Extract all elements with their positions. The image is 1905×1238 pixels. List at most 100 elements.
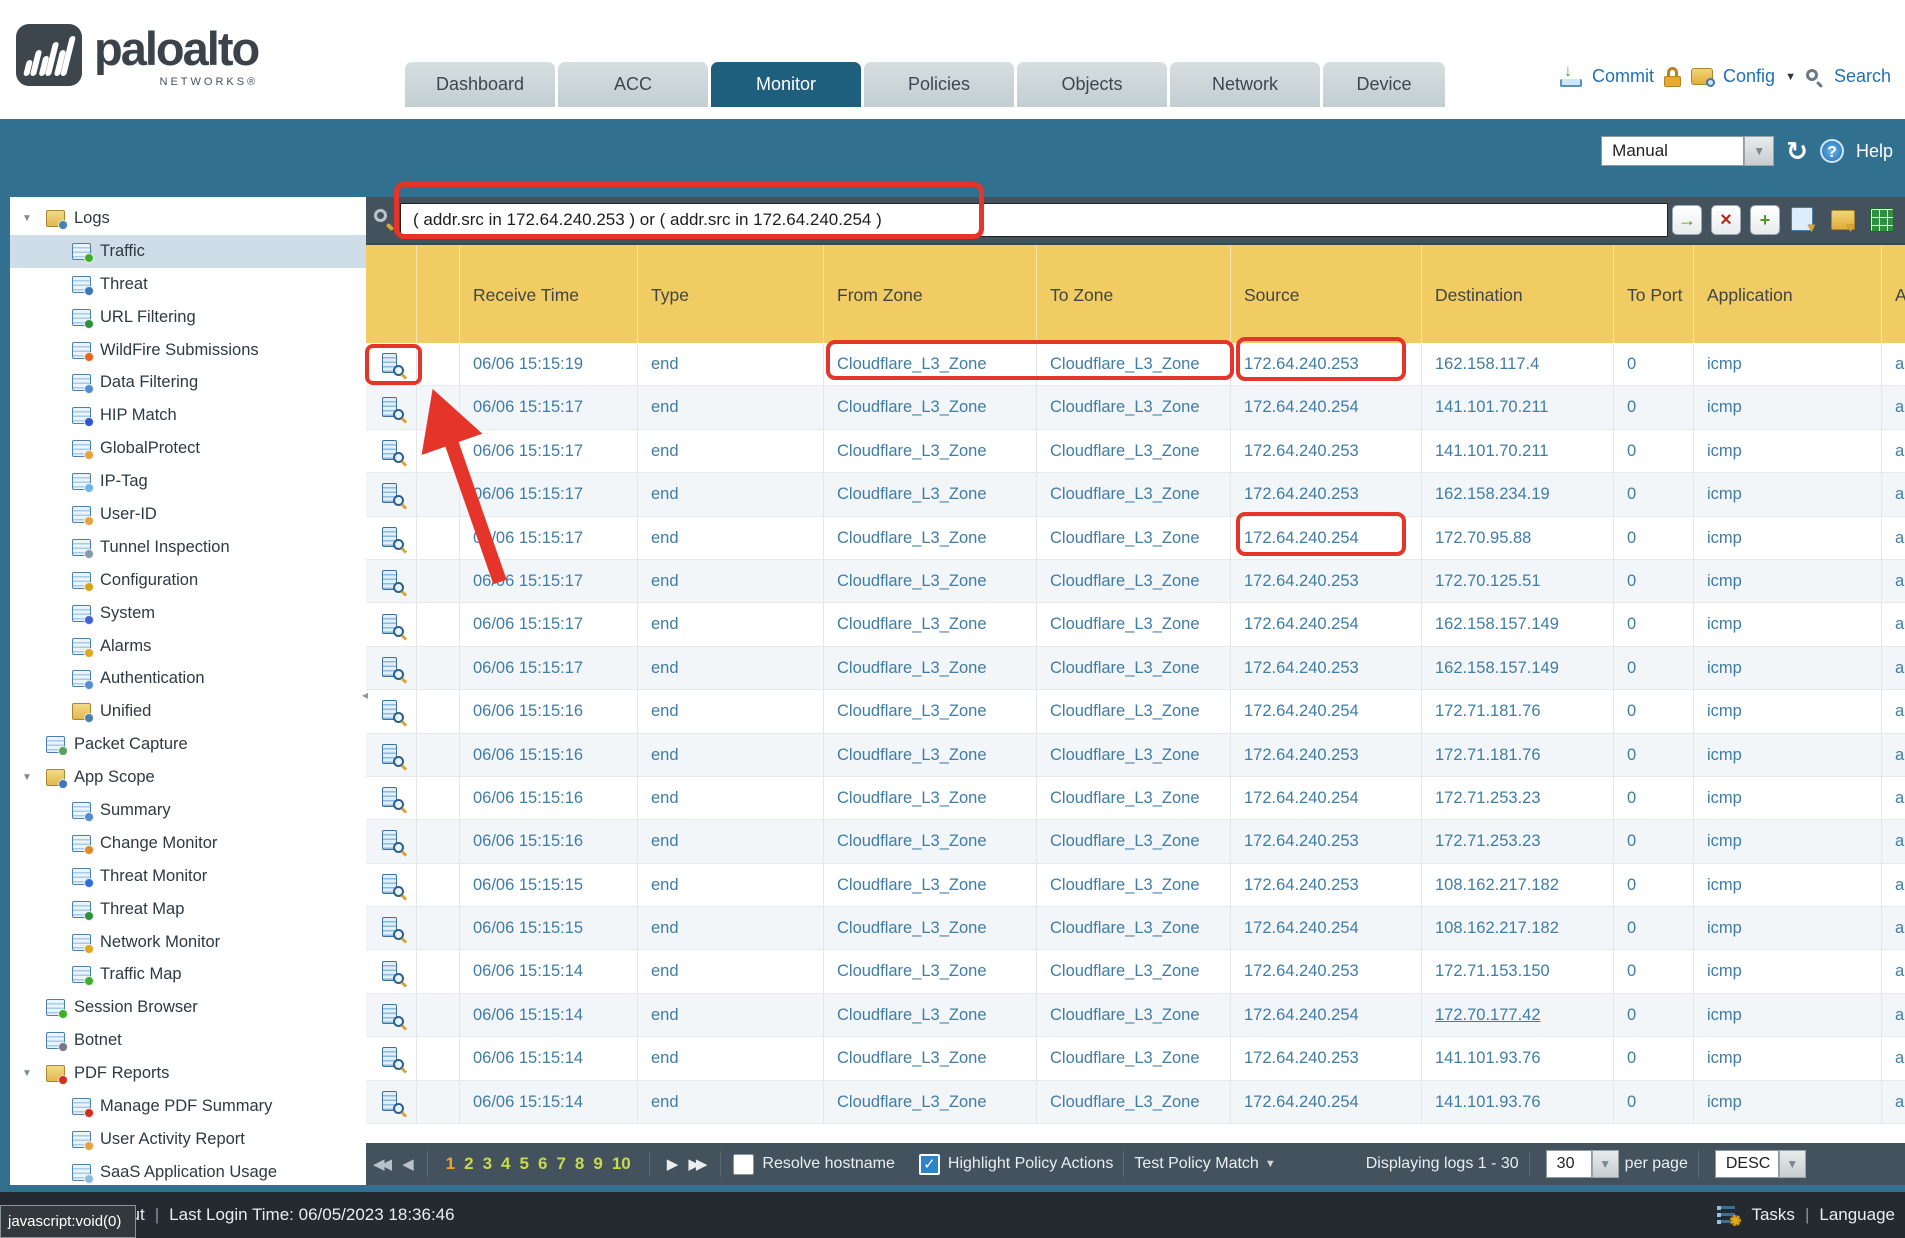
column-header-application[interactable]: Application [1694, 245, 1882, 343]
cell-destination[interactable]: 172.71.253.23 [1422, 820, 1614, 862]
cell-action[interactable]: allow [1882, 603, 1905, 645]
load-filter-button[interactable]: ▼ [1828, 205, 1858, 235]
page-number-4[interactable]: 4 [501, 1154, 510, 1174]
column-header-action[interactable]: Action [1882, 245, 1905, 343]
cell-from_zone[interactable]: Cloudflare_L3_Zone [824, 430, 1037, 472]
cell-receive_time[interactable]: 06/06 15:15:16 [460, 734, 638, 776]
cell-application[interactable]: icmp [1694, 473, 1882, 515]
cell-to_zone[interactable]: Cloudflare_L3_Zone [1037, 1037, 1231, 1079]
cell-detail[interactable] [366, 907, 417, 949]
cell-to_zone[interactable]: Cloudflare_L3_Zone [1037, 864, 1231, 906]
cell-source[interactable]: 172.64.240.254 [1231, 690, 1422, 732]
cell-type[interactable]: end [638, 1037, 824, 1079]
tab-acc[interactable]: ACC [558, 62, 708, 107]
cell-action[interactable]: allow [1882, 386, 1905, 428]
cell-source[interactable]: 172.64.240.253 [1231, 820, 1422, 862]
cell-type[interactable]: end [638, 994, 824, 1036]
cell-application[interactable]: icmp [1694, 690, 1882, 732]
cell-action[interactable]: allow [1882, 1081, 1905, 1123]
log-detail-magnifier-icon[interactable] [382, 1091, 401, 1113]
log-detail-magnifier-icon[interactable] [382, 527, 401, 549]
filter-query-input[interactable]: ( addr.src in 172.64.240.253 ) or ( addr… [400, 203, 1668, 237]
sidebar-item-packet-capture[interactable]: Packet Capture [10, 728, 366, 761]
cell-application[interactable]: icmp [1694, 950, 1882, 992]
cell-destination[interactable]: 108.162.217.182 [1422, 864, 1614, 906]
cell-to_zone[interactable]: Cloudflare_L3_Zone [1037, 603, 1231, 645]
cell-type[interactable]: end [638, 690, 824, 732]
column-header-destination[interactable]: Destination [1422, 245, 1614, 343]
cell-source[interactable]: 172.64.240.253 [1231, 734, 1422, 776]
sidebar-item-saas-application-usage[interactable]: SaaS Application Usage [10, 1156, 366, 1185]
log-detail-magnifier-icon[interactable] [382, 614, 401, 636]
cell-to_zone[interactable]: Cloudflare_L3_Zone [1037, 734, 1231, 776]
cell-to_zone[interactable]: Cloudflare_L3_Zone [1037, 517, 1231, 559]
cell-to_port[interactable]: 0 [1614, 343, 1694, 385]
cell-to_zone[interactable]: Cloudflare_L3_Zone [1037, 994, 1231, 1036]
tab-dashboard[interactable]: Dashboard [405, 62, 555, 107]
cell-receive_time[interactable]: 06/06 15:15:17 [460, 603, 638, 645]
cell-detail[interactable] [366, 473, 417, 515]
cell-type[interactable]: end [638, 473, 824, 515]
cell-to_zone[interactable]: Cloudflare_L3_Zone [1037, 473, 1231, 515]
cell-to_port[interactable]: 0 [1614, 864, 1694, 906]
cell-application[interactable]: icmp [1694, 1081, 1882, 1123]
page-number-1[interactable]: 1 [446, 1154, 455, 1174]
cell-to_port[interactable]: 0 [1614, 907, 1694, 949]
cell-type[interactable]: end [638, 603, 824, 645]
log-detail-magnifier-icon[interactable] [382, 961, 401, 983]
tab-network[interactable]: Network [1170, 62, 1320, 107]
cell-from_zone[interactable]: Cloudflare_L3_Zone [824, 386, 1037, 428]
cell-from_zone[interactable]: Cloudflare_L3_Zone [824, 603, 1037, 645]
cell-action[interactable]: allow [1882, 777, 1905, 819]
resolve-hostname-checkbox[interactable] [733, 1154, 754, 1175]
test-policy-match-button[interactable]: Test Policy Match [1134, 1155, 1258, 1173]
cell-type[interactable]: end [638, 864, 824, 906]
sidebar-item-traffic[interactable]: Traffic [10, 235, 366, 268]
cell-source[interactable]: 172.64.240.254 [1231, 777, 1422, 819]
cell-source[interactable]: 172.64.240.254 [1231, 1081, 1422, 1123]
sidebar-item-url-filtering[interactable]: URL Filtering [10, 301, 366, 334]
cell-to_port[interactable]: 0 [1614, 1037, 1694, 1079]
config-link[interactable]: Config [1723, 66, 1775, 87]
cell-action[interactable]: allow [1882, 430, 1905, 472]
language-link[interactable]: Language [1819, 1205, 1895, 1225]
cell-action[interactable]: allow [1882, 560, 1905, 602]
cell-source[interactable]: 172.64.240.254 [1231, 386, 1422, 428]
cell-source[interactable]: 172.64.240.253 [1231, 343, 1422, 385]
cell-detail[interactable] [366, 386, 417, 428]
cell-from_zone[interactable]: Cloudflare_L3_Zone [824, 820, 1037, 862]
cell-receive_time[interactable]: 06/06 15:15:16 [460, 690, 638, 732]
cell-source[interactable]: 172.64.240.254 [1231, 994, 1422, 1036]
cell-receive_time[interactable]: 06/06 15:15:19 [460, 343, 638, 385]
cell-to_port[interactable]: 0 [1614, 647, 1694, 689]
per-page-value[interactable]: 30 [1546, 1150, 1592, 1178]
log-detail-magnifier-icon[interactable] [382, 874, 401, 896]
sidebar-item-threat[interactable]: Threat [10, 268, 366, 301]
expand-arrow-icon[interactable]: ▼ [22, 772, 32, 783]
cell-receive_time[interactable]: 06/06 15:15:17 [460, 386, 638, 428]
page-number-2[interactable]: 2 [464, 1154, 473, 1174]
per-page-dropdown-icon[interactable]: ▼ [1592, 1150, 1619, 1178]
cell-destination[interactable]: 162.158.234.19 [1422, 473, 1614, 515]
cell-to_port[interactable]: 0 [1614, 690, 1694, 732]
cell-type[interactable]: end [638, 734, 824, 776]
refresh-icon[interactable]: ↻ [1786, 138, 1808, 164]
log-detail-magnifier-icon[interactable] [382, 744, 401, 766]
cell-destination[interactable]: 141.101.93.76 [1422, 1081, 1614, 1123]
cell-destination[interactable]: 162.158.157.149 [1422, 647, 1614, 689]
sidebar-item-app-scope[interactable]: ▼App Scope [10, 761, 366, 794]
page-number-9[interactable]: 9 [593, 1154, 602, 1174]
cell-detail[interactable] [366, 950, 417, 992]
cell-to_port[interactable]: 0 [1614, 473, 1694, 515]
export-csv-button[interactable] [1867, 205, 1897, 235]
column-header-to_port[interactable]: To Port [1614, 245, 1694, 343]
cell-from_zone[interactable]: Cloudflare_L3_Zone [824, 907, 1037, 949]
cell-from_zone[interactable]: Cloudflare_L3_Zone [824, 864, 1037, 906]
cell-from_zone[interactable]: Cloudflare_L3_Zone [824, 517, 1037, 559]
search-link[interactable]: Search [1834, 66, 1891, 87]
log-detail-magnifier-icon[interactable] [382, 353, 401, 375]
refresh-mode-dropdown-icon[interactable]: ▼ [1744, 136, 1774, 166]
cell-action[interactable]: allow [1882, 864, 1905, 906]
tab-objects[interactable]: Objects [1017, 62, 1167, 107]
cell-source[interactable]: 172.64.240.253 [1231, 864, 1422, 906]
